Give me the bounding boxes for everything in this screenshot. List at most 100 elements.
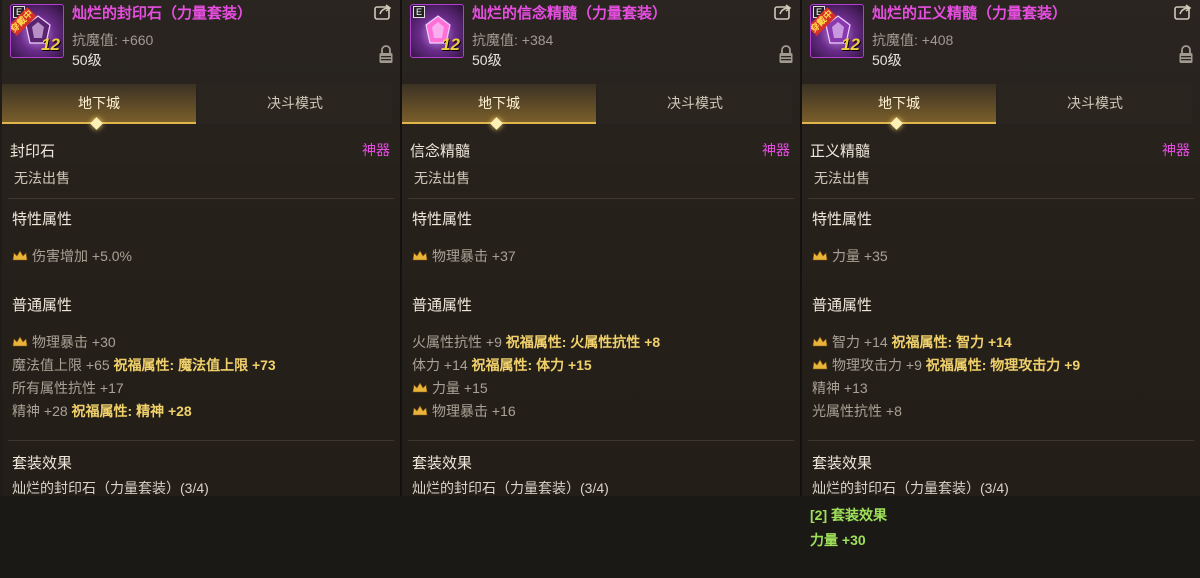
tab-dungeon[interactable]: 地下城: [2, 84, 196, 130]
item-grade: 神器: [1162, 142, 1190, 158]
bless-attribute: 祝福属性: 智力 +14: [891, 334, 1012, 350]
attribute-text: 火属性抗性 +9: [412, 334, 502, 350]
bottom-strip: [0, 496, 1200, 578]
normal-attributes-title: 普通属性: [812, 297, 873, 314]
item-name: 灿烂的信念精髓（力量套装）: [472, 5, 668, 22]
normal-attribute: 体力 +14 祝福属性: 体力 +15: [412, 355, 592, 375]
crown-icon: [812, 336, 828, 347]
normal-attribute: 物理暴击 +16: [412, 401, 516, 421]
attribute-text: 物理攻击力 +9: [832, 357, 922, 373]
crown-icon: [412, 405, 428, 416]
special-attribute: 物理暴击 +37: [412, 246, 516, 266]
normal-attribute: 物理攻击力 +9 祝福属性: 物理攻击力 +9: [812, 355, 1080, 375]
normal-attribute: 力量 +15: [412, 378, 488, 398]
normal-attribute: 物理暴击 +30: [12, 332, 116, 352]
mode-tabs: 地下城 决斗模式: [2, 84, 400, 130]
divider: [808, 440, 1194, 441]
tab-dungeon-label: 地下城: [478, 95, 520, 111]
item-tooltip-1: E 穿戴中 12 灿烂的封印石（力量套装） 抗魔值: +660 50级 地下城 决斗模式 封印石…: [2, 0, 400, 578]
crown-icon: [812, 250, 828, 261]
share-icon[interactable]: [774, 4, 792, 20]
attribute-text: 力量 +15: [432, 380, 488, 396]
crown-icon: [12, 250, 28, 261]
lock-icon[interactable]: [778, 44, 794, 64]
divider: [408, 198, 794, 199]
tab-dungeon[interactable]: 地下城: [802, 84, 996, 130]
attribute-text: 精神 +13: [812, 380, 868, 396]
tab-duel[interactable]: 决斗模式: [198, 84, 392, 124]
tab-indicator-icon: [490, 117, 503, 130]
item-level: 50级: [872, 52, 902, 68]
mode-tabs: 地下城 决斗模式: [402, 84, 800, 130]
set-name: 灿烂的封印石（力量套装）(3/4): [12, 480, 209, 496]
tab-duel[interactable]: 决斗模式: [998, 84, 1192, 124]
item-grade: 神器: [362, 142, 390, 158]
normal-attribute: 智力 +14 祝福属性: 智力 +14: [812, 332, 1012, 352]
magic-resist: 抗魔值: +384: [472, 32, 554, 48]
tab-dungeon[interactable]: 地下城: [402, 84, 596, 130]
attribute-text: 物理暴击 +37: [432, 248, 516, 264]
bless-attribute: 祝福属性: 体力 +15: [471, 357, 592, 373]
attribute-text: 精神 +28: [12, 403, 68, 419]
attribute-text: 物理暴击 +16: [432, 403, 516, 419]
special-attributes-title: 特性属性: [412, 211, 473, 228]
bless-attribute: 祝福属性: 魔法值上限 +73: [113, 357, 276, 373]
reinforce-level: 12: [441, 35, 460, 54]
set-effect-title: 套装效果: [812, 455, 873, 472]
divider: [8, 198, 394, 199]
special-attribute: 力量 +35: [812, 246, 888, 266]
normal-attribute: 精神 +28 祝福属性: 精神 +28: [12, 401, 192, 421]
divider: [8, 440, 394, 441]
lock-icon[interactable]: [1178, 44, 1194, 64]
trade-restriction: 无法出售: [14, 170, 70, 186]
item-tooltip-3: E 穿戴中 12 灿烂的正义精髓（力量套装） 抗魔值: +408 50级地下城 决斗模式正义…: [802, 0, 1200, 578]
divider: [408, 440, 794, 441]
item-icon[interactable]: E 穿戴中 12: [810, 4, 864, 58]
crown-icon: [412, 382, 428, 393]
divider: [808, 198, 1194, 199]
bless-attribute: 祝福属性: 精神 +28: [71, 403, 192, 419]
set-effect-label: [2] 套装效果: [810, 507, 887, 523]
item-header: E 12 灿烂的信念精髓（力量套装） 抗魔值: +384 50级: [402, 0, 800, 80]
item-icon[interactable]: E 12: [410, 4, 464, 58]
tab-indicator-icon: [90, 117, 103, 130]
tooltip-panels: E 穿戴中 12 灿烂的封印石（力量套装） 抗魔值: +660 50级 地下城 决斗模式 封印石…: [0, 0, 1200, 578]
tab-dungeon-label: 地下城: [878, 95, 920, 111]
special-attribute: 伤害增加 +5.0%: [12, 246, 132, 266]
trade-restriction: 无法出售: [814, 170, 870, 186]
share-icon[interactable]: [374, 4, 392, 20]
reinforce-level: 12: [841, 35, 860, 54]
item-tooltip-2: E 12 灿烂的信念精髓（力量套装） 抗魔值: +384 50级 地下城 决斗模式 信念精髓 神…: [402, 0, 800, 578]
tab-duel[interactable]: 决斗模式: [598, 84, 792, 124]
mode-tabs: 地下城 决斗模式: [802, 84, 1200, 130]
set-name: 灿烂的封印石（力量套装）(3/4): [412, 480, 609, 496]
magic-resist: 抗魔值: +660: [72, 32, 154, 48]
lock-icon[interactable]: [378, 44, 394, 64]
set-effect-title: 套装效果: [412, 455, 473, 472]
normal-attribute: 精神 +13: [812, 378, 868, 398]
crown-icon: [812, 359, 828, 370]
item-icon[interactable]: E 穿戴中 12: [10, 4, 64, 58]
attribute-text: 力量 +35: [832, 248, 888, 264]
rank-letter: E: [413, 6, 425, 18]
set-name: 灿烂的封印石（力量套装）(3/4): [812, 480, 1009, 496]
panel-divider: [800, 0, 802, 578]
item-type: 信念精髓: [410, 143, 471, 160]
reinforce-level: 12: [41, 35, 60, 54]
share-icon[interactable]: [1174, 4, 1192, 20]
attribute-text: 智力 +14: [832, 334, 888, 350]
tab-duel-label: 决斗模式: [267, 95, 323, 111]
panel-divider: [400, 0, 402, 578]
attribute-text: 物理暴击 +30: [32, 334, 116, 350]
normal-attribute: 火属性抗性 +9 祝福属性: 火属性抗性 +8: [412, 332, 660, 352]
crown-icon: [12, 336, 28, 347]
item-name: 灿烂的正义精髓（力量套装）: [872, 5, 1068, 22]
magic-resist: 抗魔值: +408: [872, 32, 954, 48]
attribute-text: 体力 +14: [412, 357, 468, 373]
normal-attributes-title: 普通属性: [12, 297, 73, 314]
attribute-text: 魔法值上限 +65: [12, 357, 110, 373]
item-type: 正义精髓: [810, 143, 871, 160]
item-header: E 穿戴中 12 灿烂的正义精髓（力量套装） 抗魔值: +408 50级: [802, 0, 1200, 80]
item-grade: 神器: [762, 142, 790, 158]
special-attributes-title: 特性属性: [812, 211, 873, 228]
